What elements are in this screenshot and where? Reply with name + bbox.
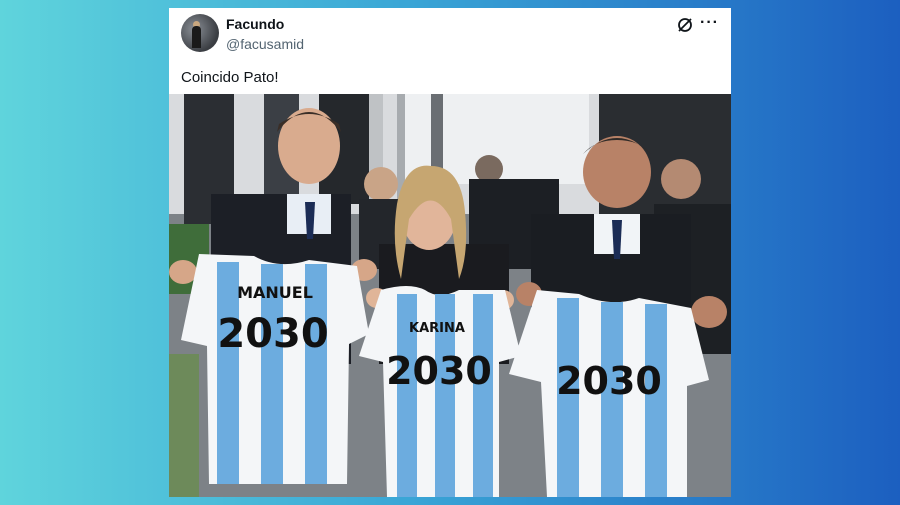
post-text: Coincido Pato! [181, 69, 279, 86]
avatar[interactable] [181, 14, 219, 52]
post-card[interactable]: Facundo @facusamid ··· Coincido Pato! MA… [169, 8, 731, 497]
author-handle[interactable]: @facusamid [226, 36, 304, 52]
more-options-icon[interactable]: ··· [700, 14, 719, 32]
post-header: Facundo @facusamid ··· [169, 8, 731, 68]
jersey-2-number: 2030 [386, 349, 492, 393]
jersey-3-number: 2030 [556, 359, 662, 403]
author-name[interactable]: Facundo [226, 16, 284, 32]
photo-scene: MANUEL 2030 KARINA 2030 2030 [169, 94, 731, 497]
post-photo[interactable]: MANUEL 2030 KARINA 2030 2030 [169, 94, 731, 497]
jersey-1-number: 2030 [217, 311, 328, 357]
jersey-1: MANUEL 2030 [181, 254, 369, 484]
x-logo-icon[interactable] [677, 17, 693, 33]
jersey-1-name: MANUEL [237, 283, 313, 302]
jersey-2-name: KARINA [409, 321, 465, 336]
